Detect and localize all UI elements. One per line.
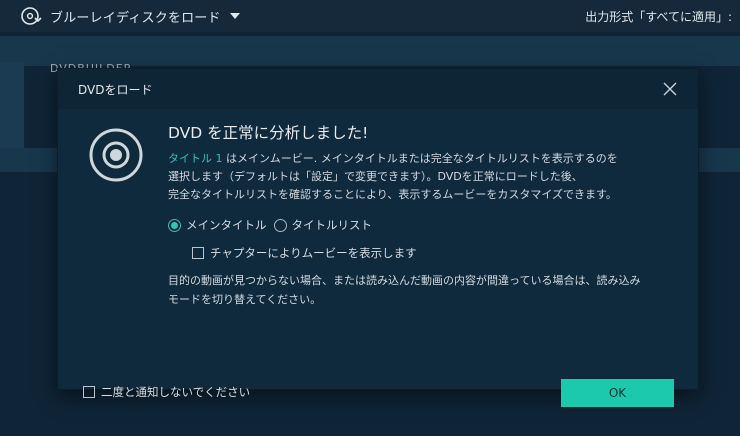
load-dvd-dialog: DVDをロード DVD を正常に分析しました! タイトル 1 はメインムービー.… <box>58 69 698 407</box>
mode-hint: 目的の動画が見つからない場合、または読み込んだ動画の内容が間違っている場合は、読… <box>168 271 688 309</box>
main-title-label[interactable]: メインタイトル <box>186 217 267 233</box>
title-list-label[interactable]: タイトルリスト <box>292 217 373 233</box>
description-line-2: 選択します（デフォルトは「設定」で変更できます）。DVDを正常にロードした後、 <box>168 170 583 183</box>
chapter-option: チャプターによりムービーを表示します <box>192 245 688 261</box>
main-title-radio[interactable] <box>168 218 181 232</box>
dvd-disc-icon <box>89 128 143 182</box>
description-line-3: 完全なタイトルリストを確認することにより、表示するムービーをカスタマイズできます… <box>168 188 617 201</box>
dont-notify-checkbox[interactable] <box>83 386 95 398</box>
close-icon[interactable] <box>662 81 678 97</box>
analysis-heading: DVD を正常に分析しました! <box>168 124 369 142</box>
title-list-radio[interactable] <box>273 218 287 232</box>
chapter-checkbox[interactable] <box>192 247 204 259</box>
dialog-header: DVDをロード <box>58 69 698 109</box>
load-bluray-menu[interactable]: ブルーレイディスクをロード <box>20 5 241 27</box>
dialog-content: DVD を正常に分析しました! タイトル 1 はメインムービー. メインタイトル… <box>168 121 688 309</box>
title-link[interactable]: タイトル 1 <box>168 152 223 165</box>
caret-down-icon[interactable] <box>229 11 241 21</box>
dont-notify-option: 二度と通知しないでください <box>83 384 250 400</box>
chapter-checkbox-label[interactable]: チャプターによりムービーを表示します <box>210 245 417 261</box>
hint-line-2: モードを切り替えてください。 <box>168 293 322 306</box>
disc-load-icon <box>21 7 42 25</box>
top-toolbar: ブルーレイディスクをロード 出力形式「すべてに適用」: <box>0 0 740 32</box>
description: タイトル 1 はメインムービー. メインタイトルまたは完全なタイトルリストを表示… <box>168 150 688 204</box>
ok-button[interactable]: OK <box>561 379 674 407</box>
description-line-1: タイトル 1 はメインムービー. メインタイトルまたは完全なタイトルリストを表示… <box>168 152 618 165</box>
dialog-title: DVDをロード <box>78 82 153 97</box>
output-format-label[interactable]: 出力形式「すべてに適用」: <box>585 8 732 25</box>
load-menu-label: ブルーレイディスクをロード <box>50 10 221 26</box>
dont-notify-label[interactable]: 二度と通知しないでください <box>101 384 250 400</box>
hint-line-1: 目的の動画が見つからない場合、または読み込んだ動画の内容が間違っている場合は、読… <box>168 274 641 287</box>
title-mode-options: メインタイトル タイトルリスト <box>168 217 688 233</box>
background-panel <box>0 62 24 148</box>
